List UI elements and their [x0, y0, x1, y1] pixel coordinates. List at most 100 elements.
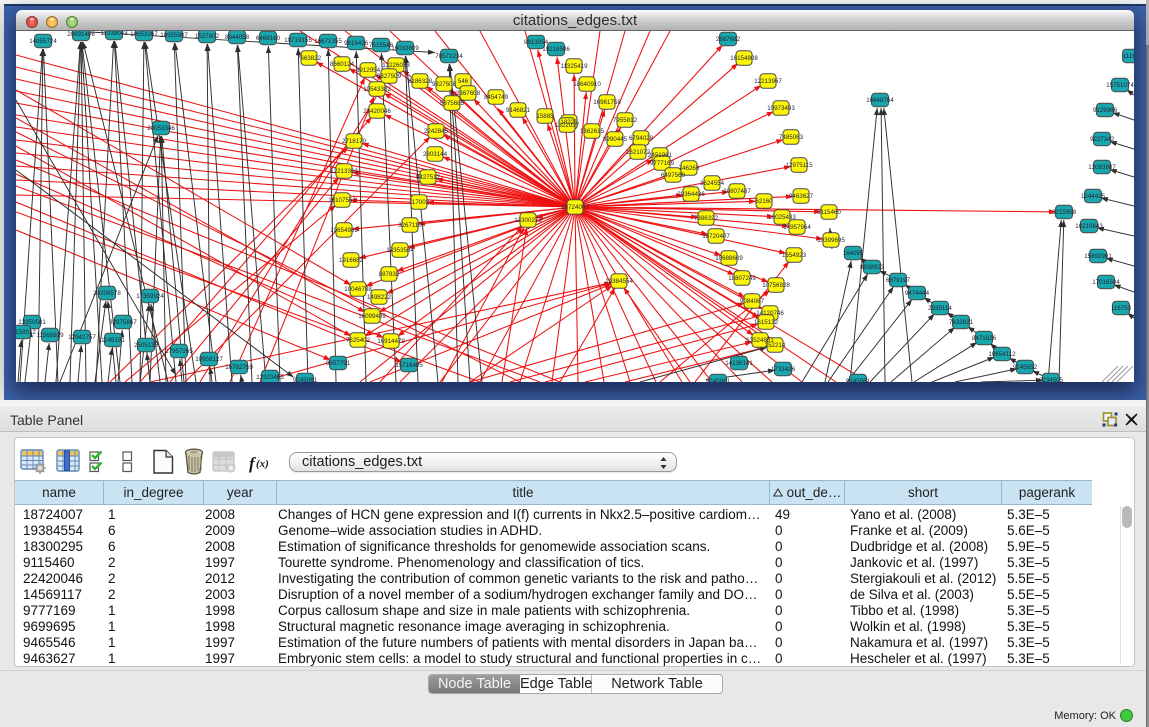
svg-text:9115460: 9115460	[817, 209, 841, 216]
svg-text:1621072: 1621072	[626, 149, 651, 156]
svg-text:8944058: 8944058	[225, 34, 250, 41]
svg-text:15692991: 15692991	[1084, 253, 1112, 260]
svg-text:10756928: 10756928	[762, 282, 790, 289]
svg-text:1527602: 1527602	[195, 33, 220, 40]
svg-text:19384554: 19384554	[605, 278, 633, 285]
svg-text:10046788: 10046788	[344, 286, 372, 293]
svg-text:6466160: 6466160	[256, 35, 281, 42]
svg-text:15751074: 15751074	[1106, 82, 1134, 89]
svg-text:8471626: 8471626	[972, 335, 997, 342]
svg-text:10807487: 10807487	[723, 188, 751, 195]
svg-text:17359924: 17359924	[136, 293, 164, 300]
svg-text:10399695: 10399695	[817, 237, 845, 244]
svg-text:12923465: 12923465	[256, 374, 284, 381]
svg-text:7515546: 7515546	[369, 42, 394, 49]
svg-text:7625402: 7625402	[346, 337, 371, 344]
svg-text:1733426: 1733426	[771, 366, 796, 373]
svg-text:12975115: 12975115	[785, 162, 813, 169]
svg-text:1362615: 1362615	[580, 128, 605, 135]
svg-text:2803144: 2803144	[423, 151, 448, 158]
svg-text:17957265: 17957265	[165, 348, 193, 355]
svg-text:1615132: 1615132	[754, 319, 779, 326]
svg-text:3624554: 3624554	[700, 180, 725, 187]
svg-text:7485063: 7485063	[779, 134, 804, 141]
svg-text:2505135: 2505135	[134, 342, 159, 349]
svg-text:16033809: 16033809	[391, 45, 419, 52]
svg-text:13353584: 13353584	[386, 247, 414, 254]
svg-text:10719155: 10719155	[284, 37, 312, 44]
svg-text:7955812: 7955812	[613, 117, 638, 124]
svg-text:19654983: 19654983	[330, 227, 358, 234]
svg-text:10653267: 10653267	[130, 31, 158, 38]
svg-text:9245061: 9245061	[846, 378, 871, 382]
svg-text:14136141: 14136141	[725, 360, 753, 367]
svg-text:9474444: 9474444	[905, 290, 930, 297]
svg-text:8186328: 8186328	[408, 78, 433, 85]
svg-text:3215958: 3215958	[1052, 209, 1077, 216]
svg-text:14120746: 14120746	[756, 310, 784, 317]
svg-text:16099489: 16099489	[358, 313, 386, 320]
svg-text:9777169: 9777169	[650, 160, 675, 167]
svg-text:9245652: 9245652	[1013, 364, 1038, 371]
svg-text:20364436: 20364436	[677, 191, 705, 198]
svg-text:9657791: 9657791	[326, 360, 351, 367]
svg-text:14055724: 14055724	[29, 38, 57, 45]
svg-text:9084067: 9084067	[740, 298, 765, 305]
svg-text:1498222: 1498222	[367, 294, 392, 301]
svg-text:18724007: 18724007	[561, 204, 589, 211]
svg-text:9463627: 9463627	[789, 193, 814, 200]
svg-text:12213363: 12213363	[330, 168, 358, 175]
svg-text:9234505: 9234505	[1039, 377, 1064, 382]
svg-text:12093887: 12093887	[1088, 164, 1116, 171]
svg-text:1654923: 1654923	[782, 252, 807, 259]
svg-text:10025433: 10025433	[768, 214, 796, 221]
svg-text:18955907: 18955907	[160, 32, 188, 39]
svg-text:20053346: 20053346	[147, 125, 175, 132]
svg-text:2687682: 2687682	[716, 36, 741, 43]
svg-text:746266: 746266	[679, 165, 700, 172]
svg-text:12942757: 12942757	[68, 334, 96, 341]
svg-text:8660124: 8660124	[330, 61, 355, 68]
svg-text:9819416: 9819416	[344, 40, 369, 47]
svg-text:164095: 164095	[843, 250, 864, 257]
svg-text:11039043: 11039043	[100, 31, 128, 37]
svg-text:11568829: 11568829	[36, 332, 64, 339]
svg-text:1322037: 1322037	[555, 122, 580, 129]
svg-text:19218506: 19218506	[542, 46, 570, 53]
svg-text:13226058: 13226058	[382, 62, 410, 69]
svg-text:15720407: 15720407	[702, 233, 730, 240]
svg-text:546: 546	[458, 78, 469, 85]
svg-text:14957964: 14957964	[783, 224, 811, 231]
svg-text:7386322: 7386322	[694, 215, 719, 222]
svg-text:10973493: 10973493	[767, 105, 795, 112]
svg-text:11325419: 11325419	[560, 63, 588, 70]
svg-text:13300273: 13300273	[514, 217, 542, 224]
svg-text:7632621: 7632621	[949, 319, 974, 326]
svg-text:8454749: 8454749	[484, 94, 509, 101]
svg-text:(x): (x)	[256, 458, 269, 470]
svg-text:9245061: 9245061	[293, 377, 318, 382]
svg-text:16782759: 16782759	[225, 364, 253, 371]
svg-text:32975867: 32975867	[109, 319, 137, 326]
svg-text:62160: 62160	[755, 198, 773, 205]
svg-text:10958127: 10958127	[195, 356, 223, 363]
svg-text:20206578: 20206578	[93, 290, 121, 297]
svg-text:1244415: 1244415	[1081, 193, 1106, 200]
svg-text:10654112: 10654112	[988, 351, 1016, 358]
svg-text:8813054: 8813054	[524, 39, 549, 46]
svg-text:7663822: 7663822	[297, 55, 322, 62]
svg-text:16914479: 16914479	[377, 338, 405, 345]
svg-text:9129966: 9129966	[1093, 107, 1118, 114]
svg-text:1145191: 1145191	[101, 337, 125, 344]
svg-text:252214: 252214	[765, 342, 786, 349]
svg-text:11161: 11161	[1123, 53, 1134, 60]
svg-text:9327508: 9327508	[432, 81, 457, 88]
svg-text:16107563: 16107563	[328, 197, 356, 204]
svg-text:2935114: 2935114	[928, 305, 952, 312]
svg-text:8990445: 8990445	[603, 136, 628, 143]
svg-text:15885: 15885	[536, 113, 554, 120]
svg-text:6794028: 6794028	[629, 135, 654, 142]
svg-text:2367608: 2367608	[456, 90, 481, 97]
svg-text:39158512: 39158512	[16, 329, 36, 336]
svg-text:8938923: 8938923	[860, 264, 885, 271]
